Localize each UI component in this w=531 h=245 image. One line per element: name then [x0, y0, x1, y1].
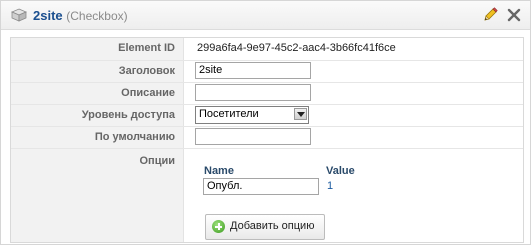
option-value[interactable]: 1 — [327, 180, 333, 192]
access-label: Уровень доступа — [81, 109, 175, 121]
access-selected-value: Посетители — [199, 108, 259, 120]
dropdown-button[interactable] — [294, 108, 307, 120]
element-id-label: Element ID — [118, 42, 175, 54]
add-option-button[interactable]: Добавить опцию — [205, 214, 325, 240]
pencil-icon[interactable] — [482, 7, 498, 23]
title-label: Заголовок — [118, 65, 175, 77]
option-name-header: Name — [204, 165, 234, 177]
element-title: 2site (Checkbox) — [33, 8, 128, 23]
option-name-input[interactable] — [203, 178, 319, 195]
access-select[interactable]: Посетители — [195, 106, 309, 124]
plus-icon — [212, 220, 225, 233]
box-icon — [10, 8, 28, 22]
element-type: (Checkbox) — [66, 9, 128, 23]
element-id-value: 299a6fa4-9e97-45c2-aac4-3b66fc41f6ce — [197, 42, 396, 54]
default-label: По умолчанию — [94, 131, 175, 143]
options-label: Опции — [139, 155, 176, 167]
close-icon[interactable] — [506, 7, 522, 23]
chevron-down-icon — [297, 112, 305, 117]
row-access: Уровень доступа Посетители — [11, 104, 523, 127]
add-option-label: Добавить опцию — [230, 220, 315, 232]
description-input[interactable] — [195, 84, 311, 101]
element-panel: 2site (Checkbox) Element ID 299a6fa4-9e9… — [0, 0, 531, 245]
element-form: Element ID 299a6fa4-9e97-45c2-aac4-3b66f… — [10, 37, 524, 243]
panel-header: 2site (Checkbox) — [1, 1, 530, 30]
row-title: Заголовок — [11, 60, 523, 83]
row-default: По умолчанию — [11, 126, 523, 149]
description-label: Описание — [121, 87, 175, 99]
option-value-header: Value — [326, 165, 355, 177]
default-input[interactable] — [195, 128, 311, 145]
row-description: Описание — [11, 82, 523, 105]
row-element-id: Element ID 299a6fa4-9e97-45c2-aac4-3b66f… — [11, 38, 523, 61]
title-input[interactable] — [195, 62, 311, 79]
